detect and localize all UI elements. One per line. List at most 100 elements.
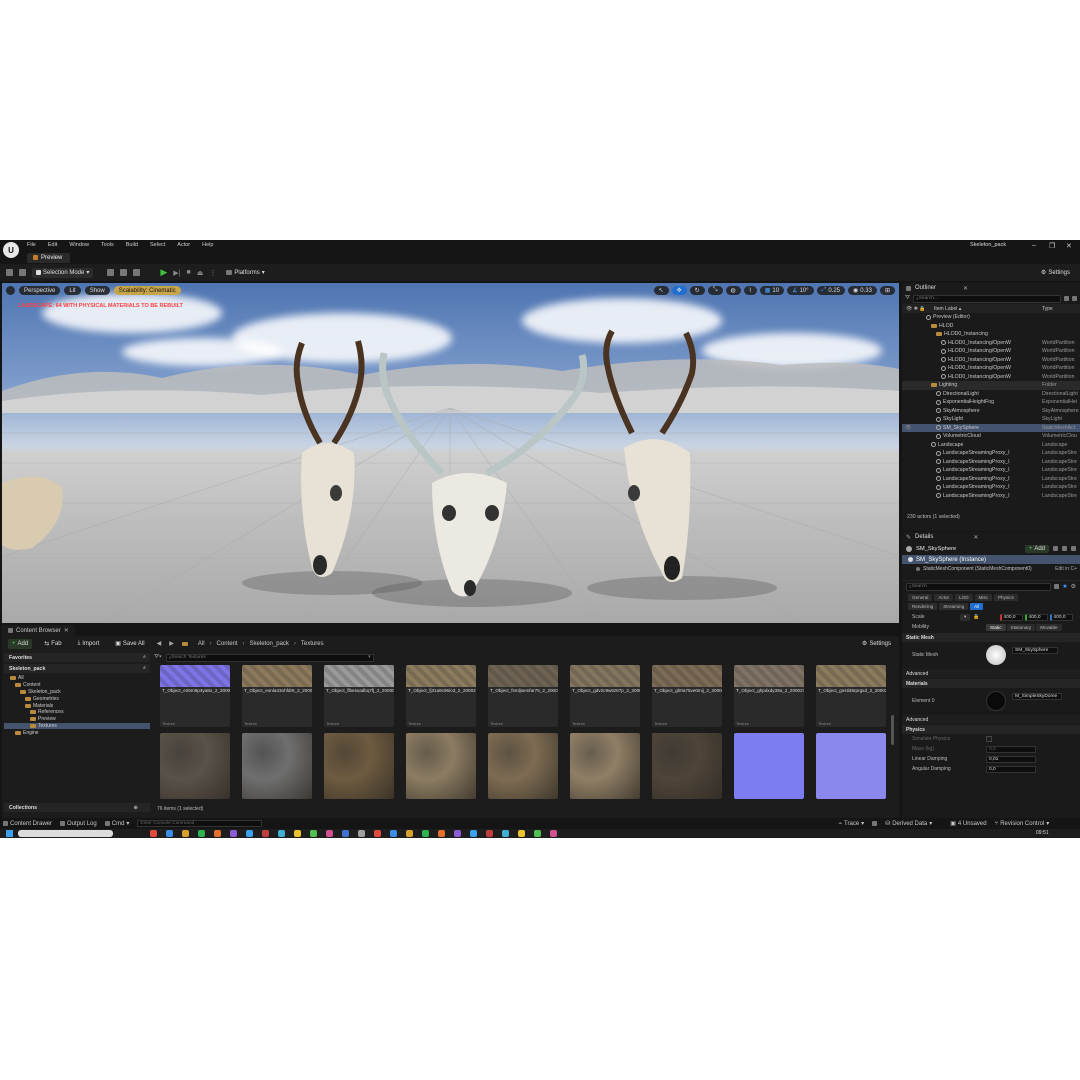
outliner-row[interactable]: HLOD0_Instancing/OpenW WorldPartition	[902, 356, 1080, 365]
item-label-column[interactable]: Item Label ▴	[934, 306, 1042, 312]
scale-mode-dropdown[interactable]: ▾	[960, 613, 971, 621]
texture-asset-tile[interactable]: T_Object_e26m9p4ya8o_2_200000_Tex Texture	[160, 665, 230, 727]
platforms-dropdown[interactable]: Platforms ▾	[222, 268, 268, 278]
texture-asset-tile[interactable]: T_Object_ghpdxdy39a_2_200027_Tex Texture	[734, 665, 804, 727]
show-button[interactable]: Show	[84, 286, 110, 295]
folder-tree-item[interactable]: Preview	[4, 716, 150, 723]
search-icon[interactable]: ⌕	[143, 654, 146, 661]
taskbar-app-icon[interactable]	[198, 830, 205, 837]
taskbar-app-icon[interactable]	[214, 830, 221, 837]
outliner-row[interactable]: VolumetricCloud VolumetricClou	[902, 432, 1080, 441]
lock-icon[interactable]: 🔒	[973, 614, 979, 620]
add-button[interactable]: + Add	[8, 638, 33, 649]
blueprint-icon[interactable]	[1053, 546, 1058, 551]
taskbar-app-icon[interactable]	[422, 830, 429, 837]
taskbar-app-icon[interactable]	[486, 830, 493, 837]
outliner-row[interactable]: HLOD0_Instancing	[902, 330, 1080, 339]
filter-icon[interactable]: ⛛	[905, 295, 910, 302]
outliner-search-input[interactable]: ⌕ Search...	[913, 294, 1061, 303]
outliner-row[interactable]: LandscapeStreamingProxy_I LandscapeStre	[902, 466, 1080, 475]
cb-settings-button[interactable]: ⚙ Settings	[858, 639, 895, 649]
step-icon[interactable]: ▶|	[173, 269, 180, 277]
mobility-stationary[interactable]: Stationary	[1006, 623, 1036, 631]
taskbar-app-icon[interactable]	[182, 830, 189, 837]
taskbar-app-icon[interactable]	[166, 830, 173, 837]
surface-snap-icon[interactable]: ⌇	[743, 286, 757, 295]
history-back-icon[interactable]: ◀	[157, 640, 162, 647]
outliner-row[interactable]: LandscapeStreamingProxy_I LandscapeStre	[902, 458, 1080, 467]
monitor-icon[interactable]	[872, 821, 878, 826]
menu-item-tools[interactable]: Tools	[101, 242, 114, 248]
taskbar-app-icon[interactable]	[150, 830, 157, 837]
taskbar-search[interactable]	[18, 830, 113, 837]
import-button[interactable]: ⤓ Import	[74, 639, 104, 649]
static-mesh-picker[interactable]: SM_SkySphere	[1012, 646, 1058, 654]
menu-item-help[interactable]: Help	[202, 242, 213, 248]
start-icon[interactable]	[6, 830, 13, 837]
taskbar-app-icon[interactable]	[310, 830, 317, 837]
collections-section[interactable]: Collections ⊕	[4, 803, 150, 812]
folder-tree-item[interactable]: References	[4, 709, 150, 716]
selection-mode-dropdown[interactable]: Selection Mode ▾	[32, 267, 94, 278]
outliner-row[interactable]: HLOD0_Instancing/OpenW WorldPartition	[902, 339, 1080, 348]
advanced-section-2[interactable]: Advanced	[902, 715, 1080, 724]
texture-asset-tile[interactable]	[816, 733, 886, 799]
mass-field[interactable]: 0,0	[986, 745, 1036, 753]
texture-asset-tile[interactable]: T_Object_gh0a75ve0mij_2_200000_Tex Textur…	[652, 665, 722, 727]
taskbar-app-icon[interactable]	[358, 830, 365, 837]
cinematics-icon[interactable]	[133, 269, 141, 276]
taskbar-app-icon[interactable]	[390, 830, 397, 837]
outliner-row[interactable]: HLOD0_Instancing/OpenW WorldPartition	[902, 373, 1080, 382]
browse-icon[interactable]	[19, 269, 26, 276]
linear-damping-field[interactable]: 0,01	[986, 755, 1036, 763]
rotate-tool-icon[interactable]: ↻	[689, 286, 705, 295]
grid-view-icon[interactable]	[1054, 584, 1060, 589]
outliner-row[interactable]: Landscape Landscape	[902, 441, 1080, 450]
mobility-static[interactable]: Static	[986, 623, 1006, 631]
lit-button[interactable]: Lit	[64, 286, 81, 295]
folder-tree-item[interactable]: Content	[4, 682, 150, 689]
menu-item-select[interactable]: Select	[150, 242, 165, 248]
outliner-row[interactable]: LandscapeStreamingProxy_I LandscapeStre	[902, 449, 1080, 458]
outliner-row[interactable]: DirectionalLight DirectionalLight	[902, 390, 1080, 399]
taskbar-app-icon[interactable]	[438, 830, 445, 837]
folder-tree-item[interactable]: Engine	[4, 729, 150, 736]
filter-actor[interactable]: Actor	[934, 594, 954, 601]
taskbar-app-icon[interactable]	[518, 830, 525, 837]
add-collection-icon[interactable]: ⊕	[134, 805, 138, 811]
scale-z-field[interactable]: 400,0	[1049, 613, 1073, 621]
taskbar-app-icon[interactable]	[230, 830, 237, 837]
texture-asset-tile[interactable]	[570, 733, 640, 799]
folder-tree-item[interactable]: Textures	[4, 722, 150, 730]
taskbar-app-icon[interactable]	[502, 830, 509, 837]
revision-control-button[interactable]: ⑂ Revision Control ▾	[995, 820, 1050, 828]
history-forward-icon[interactable]: ▶	[169, 640, 174, 647]
help-icon[interactable]	[1062, 546, 1067, 551]
texture-asset-tile[interactable]	[488, 733, 558, 799]
taskbar-app-icon[interactable]	[534, 830, 541, 837]
menu-item-actor[interactable]: Actor	[177, 242, 190, 248]
cmd-dropdown[interactable]: Cmd ▾	[104, 820, 129, 827]
translate-tool-icon[interactable]: ✥	[671, 286, 687, 295]
texture-asset-tile[interactable]: T_Object_fj31a9c96io3_2_200027_Tex Textur…	[406, 665, 476, 727]
more-options-icon[interactable]: ⋮	[209, 269, 216, 277]
unreal-logo-icon[interactable]: U	[3, 242, 19, 258]
texture-asset-tile[interactable]	[734, 733, 804, 799]
add-component-button[interactable]: + Add	[1024, 544, 1049, 553]
content-drawer-button[interactable]: Content Drawer	[3, 821, 52, 827]
close-tab-icon[interactable]: ✕	[963, 285, 968, 292]
maximize-viewport-icon[interactable]: ⊞	[879, 286, 895, 295]
save-all-button[interactable]: ▣ Save All	[111, 639, 148, 649]
unsaved-button[interactable]: ▣ 4 Unsaved	[950, 820, 986, 828]
texture-asset-tile[interactable]	[242, 733, 312, 799]
save-icon[interactable]	[6, 269, 13, 276]
tab-preview-map[interactable]: Preview	[27, 252, 71, 263]
texture-asset-tile[interactable]	[652, 733, 722, 799]
gear-icon[interactable]: ⚙	[1071, 583, 1076, 590]
filter-rendering[interactable]: Rendering	[908, 603, 938, 610]
taskbar-app-icon[interactable]	[278, 830, 285, 837]
material-picker[interactable]: M_SimpleSkyDome	[1012, 692, 1062, 700]
type-column[interactable]: Type	[1042, 306, 1080, 312]
filter-streaming[interactable]: Streaming	[939, 603, 969, 610]
menu-item-window[interactable]: Window	[69, 242, 89, 248]
